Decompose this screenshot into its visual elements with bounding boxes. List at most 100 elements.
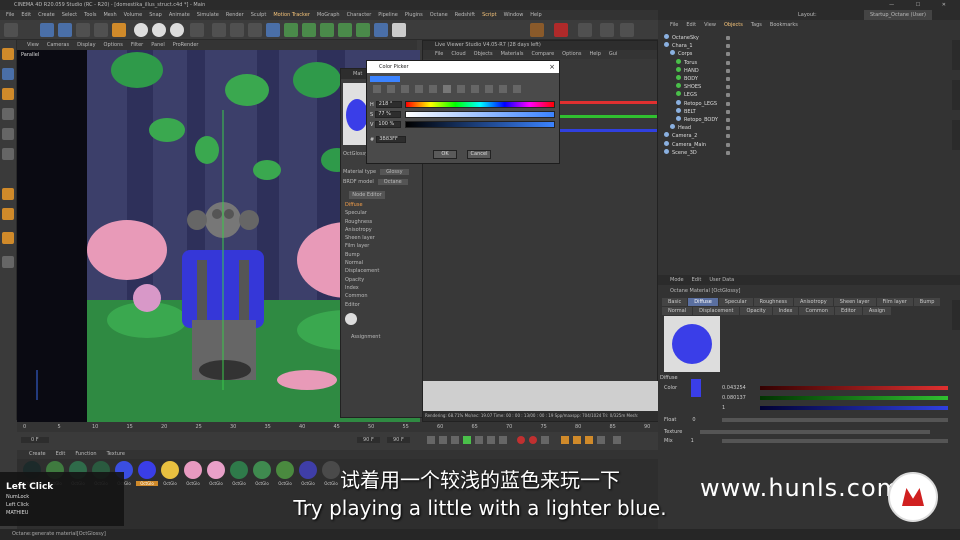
eyedropper-icon[interactable] (513, 85, 521, 93)
spectrum-icon[interactable] (387, 85, 395, 93)
position-key-icon[interactable] (561, 436, 569, 444)
object-tree-item[interactable]: Torus (664, 58, 697, 67)
attribute-tab[interactable]: Basic (662, 298, 688, 306)
lv-menu-options[interactable]: Options (562, 50, 581, 59)
value-slider[interactable] (405, 121, 555, 128)
object-tree-item[interactable]: Camera_2 (664, 132, 697, 140)
object-tree-item[interactable]: Retopo_BODY (664, 116, 718, 124)
channel-anisotropy[interactable]: Anisotropy (345, 226, 379, 234)
channel-specular[interactable]: Specular (345, 209, 379, 217)
y-axis-icon[interactable] (152, 23, 166, 37)
channel-normal[interactable]: Normal (345, 259, 379, 267)
menu-octane[interactable]: Octane (430, 10, 448, 20)
polygons-mode-icon[interactable] (2, 148, 14, 160)
texture-slot[interactable] (700, 430, 930, 434)
octane-icon[interactable] (554, 23, 568, 37)
cube-icon[interactable] (266, 23, 280, 37)
attribute-tab[interactable]: Common (799, 307, 834, 315)
object-tree-item[interactable]: BELT (664, 107, 696, 116)
next-frame-icon[interactable] (475, 436, 483, 444)
lv-menu-compare[interactable]: Compare (531, 50, 554, 59)
visibility-toggle[interactable] (726, 93, 730, 98)
color-swatches-icon[interactable] (415, 85, 423, 93)
assignment-label[interactable]: Assignment (351, 334, 380, 340)
lv-menu-help[interactable]: Help (589, 50, 600, 59)
obj-menu-tags[interactable]: Tags (751, 20, 762, 30)
channel-displacement[interactable]: Displacement (345, 267, 379, 275)
coordinate-system-icon[interactable] (190, 23, 204, 37)
rotation-key-icon[interactable] (585, 436, 593, 444)
parameter-key-icon[interactable] (597, 436, 605, 444)
play-icon[interactable] (463, 436, 471, 444)
live-viewer-render[interactable] (423, 381, 659, 411)
visibility-toggle[interactable] (726, 126, 730, 131)
g-slider[interactable] (760, 396, 948, 400)
channel-bump[interactable]: Bump (345, 251, 379, 259)
b-value-field[interactable]: 1 (722, 405, 725, 411)
node-editor-button[interactable]: Node Editor (349, 191, 385, 199)
menu-pipeline[interactable]: Pipeline (378, 10, 398, 20)
menu-script[interactable]: Script (482, 10, 497, 20)
hue-value-field[interactable]: 218 ° (375, 101, 402, 108)
menu-snap[interactable]: Snap (149, 10, 162, 20)
object-tree-item[interactable]: Retopo_LEGS (664, 99, 717, 108)
menu-help[interactable]: Help (530, 10, 541, 20)
attribute-tab[interactable]: Specular (718, 298, 753, 306)
undo-icon[interactable] (4, 23, 18, 37)
g-value-field[interactable]: 0.080137 (722, 395, 746, 401)
attr-menu-mode[interactable]: Mode (670, 275, 684, 285)
z-axis-icon[interactable] (170, 23, 184, 37)
object-tree-item[interactable]: Head (664, 124, 691, 132)
settings-icon[interactable] (620, 23, 634, 37)
frame-start-field[interactable]: 0 F (21, 437, 49, 443)
x-axis-icon[interactable] (134, 23, 148, 37)
previous-key-icon[interactable] (439, 436, 447, 444)
menu-tools[interactable]: Tools (84, 10, 96, 20)
channel-opacity[interactable]: Opacity (345, 276, 379, 284)
menu-character[interactable]: Character (347, 10, 372, 20)
attribute-tab[interactable]: Index (772, 307, 799, 315)
mix-value-field[interactable]: 1 (691, 438, 694, 444)
subdivision-icon[interactable] (302, 23, 316, 37)
lv-menu-cloud[interactable]: Cloud (451, 50, 465, 59)
object-tree-item[interactable]: SHOES (664, 83, 701, 91)
visibility-toggle[interactable] (726, 109, 730, 114)
object-tree-item[interactable]: Corps (664, 50, 692, 58)
object-tree-item[interactable]: Camera_Main (664, 140, 706, 149)
model-mode-icon[interactable] (2, 48, 14, 60)
channel-sheen-layer[interactable]: Sheen layer (345, 234, 379, 242)
attribute-tab[interactable]: Displacement (693, 307, 740, 315)
menu-edit[interactable]: Edit (21, 10, 31, 20)
attribute-tab[interactable]: Opacity (740, 307, 772, 315)
attribute-tab[interactable]: Film layer (876, 298, 913, 306)
obj-menu-edit[interactable]: Edit (686, 20, 696, 30)
visibility-toggle[interactable] (726, 101, 730, 106)
channel-diffuse[interactable]: Diffuse (345, 201, 379, 209)
value-value-field[interactable]: 100 % (375, 121, 402, 128)
edges-mode-icon[interactable] (2, 128, 14, 140)
menu-mesh[interactable]: Mesh (103, 10, 116, 20)
workplane-icon[interactable] (2, 88, 14, 100)
visibility-toggle[interactable] (726, 85, 730, 90)
r-value-field[interactable]: 0.043254 (722, 385, 746, 391)
menu-window[interactable]: Window (504, 10, 524, 20)
visibility-toggle[interactable] (726, 68, 730, 73)
menu-animate[interactable]: Animate (169, 10, 190, 20)
menu-render[interactable]: Render (226, 10, 244, 20)
mat-menu-function[interactable]: Function (75, 450, 96, 459)
side-tab-attributes[interactable] (952, 300, 960, 330)
visibility-toggle[interactable] (726, 77, 730, 81)
mat-menu-create[interactable]: Create (29, 450, 46, 459)
autokey-icon[interactable] (529, 436, 537, 444)
lock-workplane-icon[interactable] (2, 256, 14, 268)
lv-menu-gui[interactable]: Gui (609, 50, 617, 59)
render-settings-icon[interactable] (248, 23, 262, 37)
menu-volume[interactable]: Volume (124, 10, 143, 20)
vp-menu-view[interactable]: View (27, 40, 39, 50)
points-mode-icon[interactable] (2, 108, 14, 120)
menu-plugins[interactable]: Plugins (405, 10, 423, 20)
keyframe-selection-icon[interactable] (541, 436, 549, 444)
vp-menu-cameras[interactable]: Cameras (47, 40, 69, 50)
previous-frame-icon[interactable] (451, 436, 459, 444)
channel-editor[interactable]: Editor (345, 301, 379, 309)
